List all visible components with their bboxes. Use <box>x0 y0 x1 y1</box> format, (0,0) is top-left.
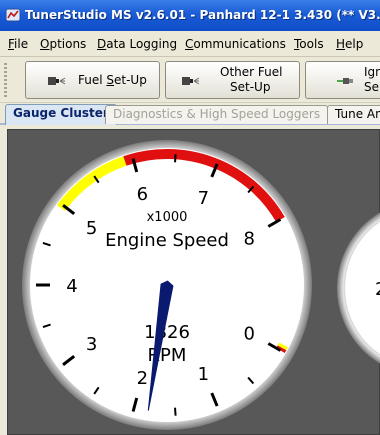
dashboard-area: 20 012345678 x1000 Engine Speed 1826 RPM <box>0 125 380 435</box>
ignition-setup-button[interactable]: Ign Se <box>305 61 380 99</box>
menu-tools[interactable]: Tools <box>294 37 324 51</box>
major-tick-label: 2 <box>137 368 148 389</box>
major-tick-label: 5 <box>86 218 97 239</box>
app-icon <box>5 8 21 22</box>
major-tick-label: 1 <box>198 364 209 385</box>
menu-file[interactable]: File <box>8 37 28 51</box>
injector-icon <box>48 77 66 85</box>
major-tick-label: 0 <box>244 324 255 345</box>
spark-plug-icon <box>337 78 353 84</box>
major-tick-label: 4 <box>66 276 77 297</box>
major-tick-label: 8 <box>244 229 255 250</box>
major-tick-label: 3 <box>86 334 97 355</box>
tab-tune-analyze[interactable]: Tune An <box>327 105 380 124</box>
title-bar: TunerStudio MS v2.6.01 - Panhard 12-1 3.… <box>0 0 380 31</box>
ignition-label-line1: Ign <box>364 65 380 79</box>
tab-diagnostics-loggers[interactable]: Diagnostics & High Speed Loggers <box>105 105 329 124</box>
minor-tick <box>174 154 177 163</box>
injector-icon <box>182 77 200 85</box>
menu-options[interactable]: Options <box>40 37 86 51</box>
other-fuel-label-line2: Set-Up <box>230 80 271 94</box>
tab-bar: Gauge Cluster Diagnostics & High Speed L… <box>0 103 380 125</box>
fuel-setup-label: Fuel Set-Up <box>78 73 147 87</box>
menu-data-logging[interactable]: Data Logging <box>97 37 177 51</box>
menu-communications[interactable]: Communications <box>185 37 286 51</box>
gauge-value-readout: 1826 <box>144 322 190 343</box>
menu-help[interactable]: Help <box>336 37 363 51</box>
toolbar: Fuel Set-Up Other Fuel Set-Up Ign Se <box>0 57 380 103</box>
other-fuel-setup-button[interactable]: Other Fuel Set-Up <box>165 61 300 99</box>
second-gauge: 20 <box>337 212 380 364</box>
minor-tick <box>174 407 177 416</box>
tab-gauge-cluster[interactable]: Gauge Cluster <box>5 104 117 125</box>
engine-speed-gauge: 20 012345678 x1000 Engine Speed 1826 RPM <box>22 140 380 430</box>
other-fuel-label-line1: Other Fuel <box>220 65 283 79</box>
major-tick-label: 6 <box>137 184 148 205</box>
menu-bar: File Options Data Logging Communications… <box>0 31 380 57</box>
gauge-title: Engine Speed <box>105 230 229 251</box>
ignition-label-line2: Se <box>364 80 379 94</box>
gauge-multiplier: x1000 <box>147 210 188 225</box>
fuel-setup-button[interactable]: Fuel Set-Up <box>25 61 160 99</box>
toolbar-grip[interactable] <box>4 63 7 97</box>
tachometer: 0123456 78 x1000 Engine Speed 1826 RPM <box>22 140 312 430</box>
low-warning-band <box>277 342 288 351</box>
second-gauge-tick-label: 20 <box>375 279 380 300</box>
major-tick-label: 7 <box>198 188 209 209</box>
window-title: TunerStudio MS v2.6.01 - Panhard 12-1 3.… <box>25 8 380 22</box>
